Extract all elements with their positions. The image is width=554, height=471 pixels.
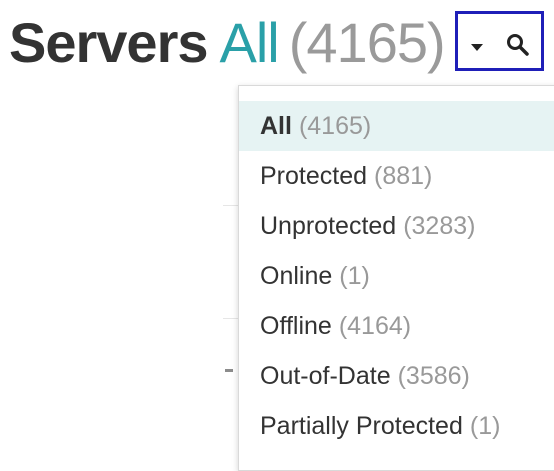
page-title: Servers bbox=[9, 11, 209, 74]
page: Servers All (4165) All (4165) Protected … bbox=[0, 0, 554, 471]
filter-option-label: Offline bbox=[260, 311, 332, 340]
filter-option-all[interactable]: All (4165) bbox=[239, 101, 554, 151]
filter-option-online[interactable]: Online (1) bbox=[239, 251, 554, 301]
background-mark bbox=[225, 369, 233, 372]
filter-option-label: Out-of-Date bbox=[260, 361, 391, 390]
filter-option-protected[interactable]: Protected (881) bbox=[239, 151, 554, 201]
filter-option-count: (1) bbox=[469, 411, 501, 440]
filter-option-out-of-date[interactable]: Out-of-Date (3586) bbox=[239, 351, 554, 401]
caret-down-icon[interactable] bbox=[471, 44, 483, 51]
filter-option-label: Unprotected bbox=[260, 211, 397, 240]
filter-controls[interactable] bbox=[455, 11, 544, 71]
filter-option-count: (3586) bbox=[397, 361, 470, 390]
filter-option-partially-protected[interactable]: Partially Protected (1) bbox=[239, 401, 554, 451]
filter-option-count: (3283) bbox=[403, 211, 476, 240]
background-divider bbox=[223, 318, 238, 319]
filter-option-label: All bbox=[260, 111, 292, 140]
filter-option-count: (4164) bbox=[338, 311, 412, 340]
filter-option-count: (881) bbox=[374, 161, 433, 190]
page-header: Servers All (4165) bbox=[9, 6, 446, 80]
filter-option-label: Partially Protected bbox=[260, 411, 463, 440]
filter-dropdown-menu: All (4165) Protected (881) Unprotected (… bbox=[238, 85, 554, 471]
current-filter-name: All bbox=[219, 11, 280, 74]
search-icon[interactable] bbox=[507, 34, 529, 56]
filter-option-offline[interactable]: Offline (4164) bbox=[239, 301, 554, 351]
filter-option-unprotected[interactable]: Unprotected (3283) bbox=[239, 201, 554, 251]
filter-option-label: Online bbox=[260, 261, 333, 290]
current-filter-count: (4165) bbox=[288, 11, 446, 74]
filter-option-count: (4165) bbox=[298, 111, 372, 140]
background-divider bbox=[223, 205, 238, 206]
filter-option-label: Protected bbox=[260, 161, 368, 190]
filter-option-count: (1) bbox=[339, 261, 370, 290]
